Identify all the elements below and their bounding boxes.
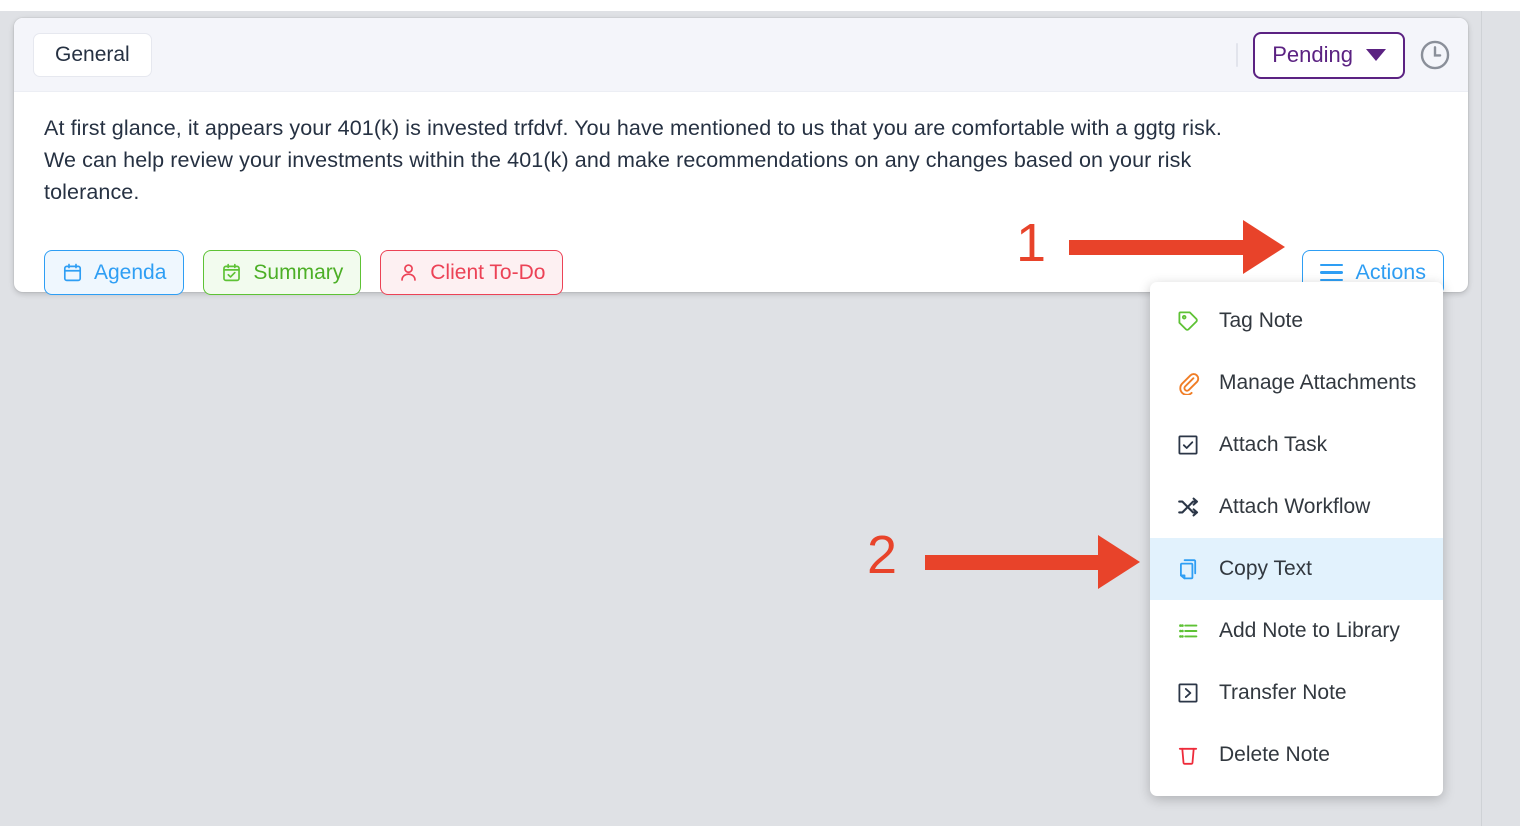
menu-item-label: Tag Note [1219, 309, 1304, 332]
menu-item-label: Delete Note [1219, 743, 1330, 766]
clock-icon[interactable] [1418, 38, 1452, 72]
status-dropdown-pending[interactable]: Pending [1253, 31, 1405, 79]
tag-chip-summary[interactable]: Summary [203, 250, 362, 295]
tab-general-label: General [55, 43, 130, 66]
menu-item-label: Attach Workflow [1219, 495, 1371, 518]
menu-item-label: Add Note to Library [1219, 619, 1400, 642]
menu-item-add-note-to-library[interactable]: Add Note to Library [1150, 600, 1443, 662]
tag-chip-agenda-label: Agenda [94, 260, 167, 284]
menu-item-label: Copy Text [1219, 557, 1312, 580]
top-strip [0, 0, 1520, 11]
boxed-arrow-icon [1175, 680, 1201, 706]
person-icon [398, 262, 419, 283]
chevron-down-icon [1366, 49, 1386, 61]
menu-item-manage-attachments[interactable]: Manage Attachments [1150, 352, 1443, 414]
checked-square-icon [221, 262, 242, 283]
status-dropdown-label: Pending [1272, 42, 1353, 67]
tag-chip-client-to-do[interactable]: Client To-Do [380, 250, 564, 295]
menu-item-label: Transfer Note [1219, 681, 1347, 704]
actions-dropdown-menu: Tag Note Manage Attachments Attach Task [1150, 282, 1443, 796]
tab-general[interactable]: General [33, 33, 152, 77]
header-divider [1236, 43, 1239, 67]
calendar-icon [62, 262, 83, 283]
tag-chip-agenda[interactable]: Agenda [44, 250, 185, 295]
menu-item-copy-text[interactable]: Copy Text [1150, 538, 1443, 600]
tag-chip-summary-label: Summary [253, 260, 344, 284]
menu-item-attach-workflow[interactable]: Attach Workflow [1150, 476, 1443, 538]
menu-item-transfer-note[interactable]: Transfer Note [1150, 662, 1443, 724]
menu-item-label: Attach Task [1219, 433, 1328, 456]
note-tag-row: Agenda Summary Client To-Do [44, 250, 564, 295]
right-rail [1481, 0, 1520, 826]
shuffle-icon [1175, 494, 1201, 520]
trash-icon [1175, 742, 1201, 768]
menu-item-attach-task[interactable]: Attach Task [1150, 414, 1443, 476]
note-text: At first glance, it appears your 401(k) … [44, 116, 1222, 204]
note-card-body: At first glance, it appears your 401(k) … [14, 92, 1468, 208]
copy-icon [1175, 556, 1201, 582]
tag-icon [1175, 308, 1201, 334]
paperclip-icon [1175, 370, 1201, 396]
note-card-header-right: Pending [1236, 18, 1452, 92]
list-icon [1175, 618, 1201, 644]
menu-item-label: Manage Attachments [1219, 371, 1417, 394]
hamburger-icon [1320, 264, 1344, 281]
note-card-header: General Pending [14, 18, 1468, 92]
checkbox-icon [1175, 432, 1201, 458]
tag-chip-client-to-do-label: Client To-Do [430, 260, 546, 284]
note-card: General Pending At first glance, it appe… [14, 18, 1468, 295]
menu-item-delete-note[interactable]: Delete Note [1150, 724, 1443, 786]
menu-item-tag-note[interactable]: Tag Note [1150, 290, 1443, 352]
